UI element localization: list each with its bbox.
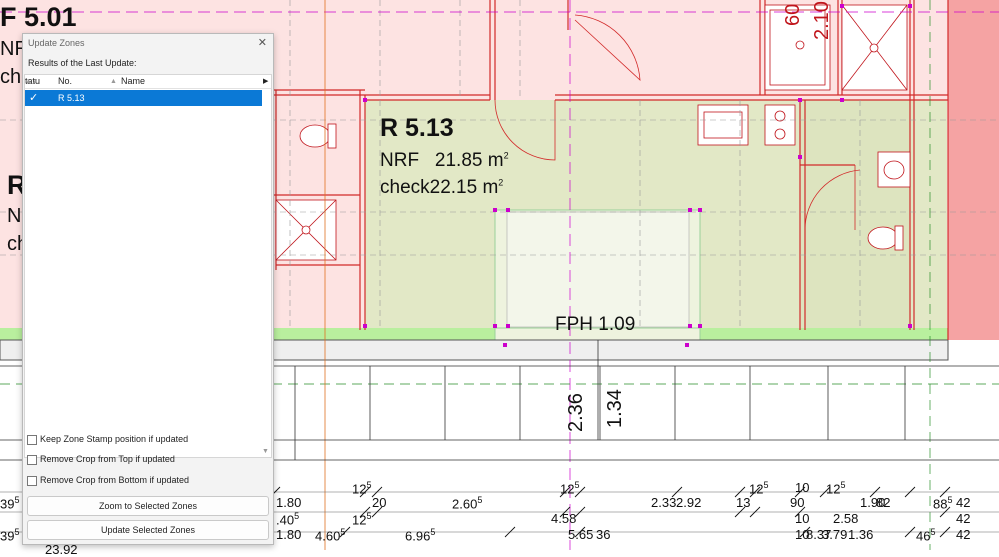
vertical-dim-top1: 60 [782,3,804,26]
results-list[interactable]: tatu ▲▲ No. ▲ Name ▶ ✓ R 5.13 ▼ [24,74,272,458]
dim-row3-1: 4.605 [315,527,346,544]
zone-number: R 5.13 [58,93,85,103]
dim-row3-0: 1.80 [276,527,302,542]
zone-nrf-label: NRF 21.85 m2 [380,150,509,172]
keep-stamp-label: Keep Zone Stamp position if updated [40,434,189,444]
dim-row2-0: .405 [276,511,300,528]
remove-crop-top-label: Remove Crop from Top if updated [40,454,175,464]
vertical-dim-a: 2.36 [565,393,587,432]
dim-row3-10: 42 [956,527,971,542]
nrf-unit-exp: 2 [503,150,509,161]
dim-row1-5: 13 [736,495,751,510]
dim-row2-1: 125 [352,511,372,528]
dim-super-0: 125 [352,480,372,497]
remove-crop-bottom-label: Remove Crop from Bottom if updated [40,475,190,485]
remove-crop-bottom-checkbox[interactable] [27,475,37,486]
dim-row3-4: 36 [596,527,611,542]
update-zones-dialog[interactable]: Update Zones ✕ Results of the Last Updat… [22,33,274,545]
keep-stamp-option[interactable]: Keep Zone Stamp position if updated [27,432,188,446]
wall-right [948,0,999,340]
checkmark-icon: ✓ [29,92,39,104]
scroll-down-icon[interactable]: ▼ [262,448,269,455]
zone-code-r513: R 5.13 [380,114,454,142]
shaft-label: FPH 1.09 [555,314,636,335]
sort-icon-name: ▲ [110,78,117,85]
dim-row3-7: 3.79 [822,527,848,542]
zoom-to-selected-button[interactable]: Zoom to Selected Zones [27,496,269,516]
list-header: tatu ▲▲ No. ▲ Name ▶ [25,75,271,89]
remove-crop-top-checkbox[interactable] [27,454,37,465]
dim-row1-10: 42 [956,495,971,510]
dim-left-r3: 395 [0,527,20,544]
zone-check-label: check22.15 m2 [380,177,503,199]
dim-left-r1: 395 [0,495,20,512]
dim-row2-3: 10 [795,511,810,526]
keep-stamp-checkbox[interactable] [27,434,37,445]
update-selected-button[interactable]: Update Selected Zones [27,520,269,540]
dim-super-1: 125 [560,480,580,497]
dim-row1-3: 2.33 [651,495,677,510]
dim-super-3: 10 [795,480,810,495]
dim-row1-1: 20 [372,495,387,510]
vertical-dim-b: 1.34 [604,389,626,428]
close-icon[interactable]: ✕ [258,34,267,52]
dim-row1-9: 885 [933,495,953,512]
dim-super-4: 125 [826,480,846,497]
column-header-no[interactable]: No. [58,75,72,88]
dim-row2-4: 2.58 [833,511,859,526]
list-item[interactable]: ✓ R 5.13 [25,90,262,106]
dim-row3-2: 6.965 [405,527,436,544]
vertical-scrollbar[interactable]: ▼ [262,89,270,455]
dim-row1-4: 2.92 [676,495,702,510]
dim-row3-8: 1.36 [848,527,874,542]
dim-row1-8: 82 [876,495,891,510]
dim-row1-0: 1.80 [276,495,302,510]
results-subtitle: Results of the Last Update: [28,58,137,68]
dim-row3-3: 5.65 [568,527,594,542]
dialog-title: Update Zones [28,38,85,48]
shaft-inner [506,211,690,328]
dim-row2-2: 4.58 [551,511,577,526]
zone-code-left-top: F 5.01 [0,2,77,32]
vertical-dim-top2: 2.10 [811,1,833,40]
check-unit-exp: 2 [498,177,504,188]
dim-row1-6: 90 [790,495,805,510]
dim-row2-5: 42 [956,511,971,526]
scroll-right-icon[interactable]: ▶ [263,75,268,88]
dim-super-2: 125 [749,480,769,497]
zone-fill-top [365,0,760,100]
check-label: check [380,177,430,198]
remove-crop-bottom-option[interactable]: Remove Crop from Bottom if updated [27,473,189,487]
nrf-value: 21.85 m [434,150,504,171]
sort-icon: ▲▲ [25,78,39,85]
dim-row1-2: 2.605 [452,495,483,512]
dim-row3-9: 465 [916,527,936,544]
remove-crop-top-option[interactable]: Remove Crop from Top if updated [27,452,175,466]
dialog-titlebar[interactable]: Update Zones ✕ [23,34,273,52]
check-value: 22.15 m [429,177,499,198]
nrf-label: NRF [380,150,420,171]
column-header-name[interactable]: Name [121,75,145,88]
